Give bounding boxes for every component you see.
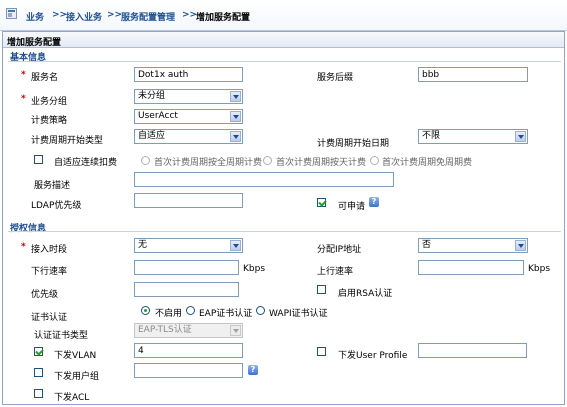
billing-policy-label: 计费策略 xyxy=(31,116,68,126)
billing-cycle-date-label: 计费周期开始日期 xyxy=(317,139,390,149)
assign-ip-label: 分配IP地址 xyxy=(317,245,362,255)
cert-type-label: 认证证书类型 xyxy=(34,331,89,341)
deduct-option-full-radio[interactable] xyxy=(141,156,150,165)
home-icon[interactable] xyxy=(6,8,17,19)
cert-option-eap-radio[interactable] xyxy=(186,306,195,315)
deduct-option-day-label: 首次计费周期按天计费 xyxy=(276,158,367,168)
uplink-rate-input[interactable] xyxy=(418,260,524,275)
required-mark: * xyxy=(21,94,26,104)
chevron-down-icon[interactable] xyxy=(230,131,241,142)
vlan-checkbox[interactable] xyxy=(34,347,43,356)
service-group-select[interactable]: 未分组 xyxy=(134,89,243,104)
breadcrumb-separator: >> xyxy=(107,10,123,20)
panel-title: 增加服务配置 xyxy=(7,38,62,48)
user-group-input[interactable] xyxy=(134,363,243,378)
adaptive-deduct-label: 自适应连续扣费 xyxy=(54,158,118,168)
uplink-unit: Kbps xyxy=(528,264,551,274)
billing-cycle-type-value: 自适应 xyxy=(138,131,166,141)
breadcrumb-separator: >> xyxy=(52,10,68,20)
billing-cycle-date-value: 不限 xyxy=(422,131,441,141)
uplink-rate-label: 上行速率 xyxy=(317,267,354,277)
breadcrumb-separator: >> xyxy=(182,10,198,20)
deduct-option-full-label: 首次计费周期按全周期计费 xyxy=(154,158,263,168)
service-suffix-label: 服务后缀 xyxy=(317,73,354,83)
deduct-option-free-label: 首次计费周期免周期费 xyxy=(382,158,473,168)
priority-input[interactable] xyxy=(134,282,239,297)
assign-ip-value: 否 xyxy=(422,240,432,250)
breadcrumb-current: 增加服务配置 xyxy=(196,13,251,23)
service-group-label: 业务分组 xyxy=(31,97,68,107)
service-name-label: 服务名 xyxy=(31,73,59,83)
section-divider xyxy=(8,231,561,232)
service-group-value: 未分组 xyxy=(138,91,166,101)
cert-option-wapi-radio[interactable] xyxy=(256,306,265,315)
panel-header xyxy=(3,32,564,48)
chevron-down-icon[interactable] xyxy=(515,240,526,251)
billing-policy-select[interactable]: UserAcct xyxy=(134,109,243,124)
applicable-label: 可申请 xyxy=(338,202,366,212)
help-icon[interactable]: ? xyxy=(248,365,258,375)
access-period-value: 无 xyxy=(138,240,148,250)
vlan-label: 下发VLAN xyxy=(54,351,97,361)
acl-label: 下发ACL xyxy=(54,393,90,403)
vlan-input[interactable]: 4 xyxy=(134,343,243,358)
cert-option-off-radio[interactable] xyxy=(141,306,150,315)
ldap-priority-input[interactable] xyxy=(134,193,243,208)
user-group-label: 下发用户组 xyxy=(54,372,100,382)
breadcrumb-item-access[interactable]: 接入业务 xyxy=(66,10,102,23)
section-divider xyxy=(8,61,561,62)
help-icon[interactable]: ? xyxy=(369,197,379,207)
assign-ip-select[interactable]: 否 xyxy=(418,238,528,253)
rsa-checkbox[interactable] xyxy=(317,285,326,294)
rsa-label: 启用RSA认证 xyxy=(338,289,393,299)
chevron-down-icon[interactable] xyxy=(230,91,241,102)
cert-option-off-label: 不启用 xyxy=(155,309,183,319)
applicable-checkbox[interactable] xyxy=(317,198,326,207)
chevron-down-icon[interactable] xyxy=(230,240,241,251)
user-profile-input[interactable] xyxy=(418,343,527,358)
billing-cycle-type-label: 计费周期开始类型 xyxy=(31,136,104,146)
user-profile-label: 下发User Profile xyxy=(338,351,408,361)
downlink-rate-input[interactable] xyxy=(134,260,239,275)
user-group-checkbox[interactable] xyxy=(34,368,43,377)
deduct-option-day-radio[interactable] xyxy=(263,156,272,165)
cert-option-eap-label: EAP证书认证 xyxy=(199,309,253,319)
billing-cycle-date-select[interactable]: 不限 xyxy=(418,129,528,144)
priority-label: 优先级 xyxy=(31,290,59,300)
breadcrumb-item-business[interactable]: 业务 xyxy=(26,10,44,23)
ldap-priority-label: LDAP优先级 xyxy=(31,201,82,211)
cert-type-value: EAP-TLS认证 xyxy=(138,325,192,335)
acl-checkbox[interactable] xyxy=(34,389,43,398)
breadcrumb-item-service-config[interactable]: 服务配置管理 xyxy=(121,10,175,23)
service-suffix-input[interactable]: bbb xyxy=(418,67,528,82)
downlink-rate-label: 下行速率 xyxy=(31,267,68,277)
section-title-auth: 授权信息 xyxy=(10,224,47,234)
cert-type-select[interactable]: EAP-TLS认证 xyxy=(134,323,243,338)
billing-policy-value: UserAcct xyxy=(138,111,178,121)
access-period-label: 接入时段 xyxy=(31,245,68,255)
cert-option-wapi-label: WAPI证书认证 xyxy=(269,309,328,319)
required-mark: * xyxy=(21,242,26,252)
cert-auth-label: 证书认证 xyxy=(31,313,68,323)
downlink-unit: Kbps xyxy=(243,264,266,274)
chevron-down-icon[interactable] xyxy=(230,111,241,122)
service-name-input[interactable]: Dot1x auth xyxy=(134,67,243,82)
chevron-down-icon xyxy=(230,325,241,336)
description-input[interactable] xyxy=(134,172,394,187)
chevron-down-icon[interactable] xyxy=(515,131,526,142)
billing-cycle-type-select[interactable]: 自适应 xyxy=(134,129,243,144)
adaptive-deduct-checkbox[interactable] xyxy=(34,155,43,164)
access-period-select[interactable]: 无 xyxy=(134,238,243,253)
description-label: 服务描述 xyxy=(34,181,71,191)
deduct-option-free-radio[interactable] xyxy=(370,156,379,165)
required-mark: * xyxy=(21,70,26,80)
user-profile-checkbox[interactable] xyxy=(317,347,326,356)
